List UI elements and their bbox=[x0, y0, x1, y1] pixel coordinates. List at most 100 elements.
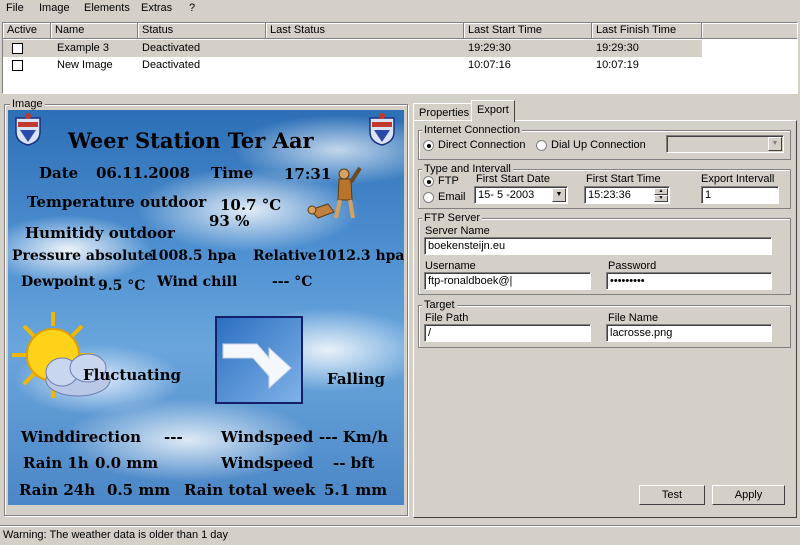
time-label: Time bbox=[211, 164, 254, 182]
column-header-status[interactable]: Status bbox=[138, 23, 266, 39]
row-last-start: 19:29:30 bbox=[468, 42, 511, 54]
export-interval-label: Export Intervall bbox=[701, 173, 775, 185]
pressure-label: Pressure absolute bbox=[12, 248, 153, 264]
row-status: Deactivated bbox=[142, 42, 201, 54]
first-start-date-label: First Start Date bbox=[476, 173, 550, 185]
forecast-text: Fluctuating bbox=[83, 366, 181, 384]
row-name: Example 3 bbox=[57, 42, 109, 54]
column-header-name[interactable]: Name bbox=[51, 23, 138, 39]
time-spinner[interactable]: ▲ ▼ bbox=[654, 188, 668, 202]
humidity-value: 93 % bbox=[209, 212, 250, 230]
row-last-status bbox=[266, 40, 270, 57]
winddirection-value: --- bbox=[164, 428, 183, 446]
windspeed-label: Windspeed bbox=[221, 428, 314, 446]
column-header-last-status[interactable]: Last Status bbox=[266, 23, 464, 39]
sun-cloud-icon bbox=[12, 312, 111, 398]
email-label[interactable]: Email bbox=[438, 191, 466, 203]
menu-file[interactable]: File bbox=[6, 2, 24, 14]
winddirection-label: Winddirection bbox=[21, 428, 141, 446]
trend-arrow-icon bbox=[222, 343, 292, 390]
row-status: Deactivated bbox=[142, 59, 201, 71]
relative-value: 1012.3 hpa bbox=[317, 248, 404, 264]
windspeed-bft-value: -- bft bbox=[333, 454, 375, 472]
file-name-input[interactable]: lacrosse.png bbox=[606, 324, 772, 342]
table-row[interactable]: New Image Deactivated 10:07:16 10:07:19 bbox=[3, 57, 702, 74]
rain-1h-value: 0.0 mm bbox=[95, 454, 159, 472]
rain-24h-value: 0.5 mm bbox=[107, 481, 171, 499]
spin-down-icon[interactable]: ▼ bbox=[654, 195, 668, 202]
weather-image[interactable]: Weer Station Ter Aar Date 06.11.2008 Tim… bbox=[8, 110, 404, 505]
pressure-value: 1008.5 hpa bbox=[149, 248, 237, 264]
weather-title: Weer Station Ter Aar bbox=[68, 128, 314, 153]
row-last-status bbox=[266, 57, 270, 74]
trend-text: Falling bbox=[327, 370, 386, 388]
tab-export[interactable]: Export bbox=[471, 100, 515, 122]
column-header-last-start[interactable]: Last Start Time bbox=[464, 23, 592, 39]
image-group-label: Image bbox=[10, 98, 45, 110]
dewpoint-label: Dewpoint bbox=[21, 274, 96, 290]
ftp-server-label: FTP Server bbox=[422, 212, 483, 224]
menu-image[interactable]: Image bbox=[39, 2, 70, 14]
active-checkbox[interactable] bbox=[12, 43, 23, 54]
direct-connection-label[interactable]: Direct Connection bbox=[438, 139, 525, 151]
date-value: 06.11.2008 bbox=[96, 164, 190, 182]
row-name: New Image bbox=[57, 59, 113, 71]
windspeed-label-2: Windspeed bbox=[221, 454, 314, 472]
row-last-finish: 10:07:19 bbox=[596, 59, 639, 71]
file-name-label: File Name bbox=[608, 312, 659, 324]
first-start-date-value: 15- 5 -2003 bbox=[478, 189, 535, 201]
dialup-connection-radio[interactable] bbox=[536, 140, 547, 151]
relative-label: Relative bbox=[253, 248, 317, 264]
windchill-value: --- °C bbox=[272, 274, 313, 290]
trend-box bbox=[215, 316, 303, 404]
date-label: Date bbox=[39, 164, 79, 182]
first-start-date-picker[interactable]: 15- 5 -2003 ▼ bbox=[474, 186, 568, 204]
export-panel: Internet Connection Direct Connection Di… bbox=[413, 120, 797, 518]
rain-week-label: Rain total week bbox=[184, 481, 316, 499]
rain-1h-label: Rain 1h bbox=[23, 454, 89, 472]
caveman-icon bbox=[307, 166, 362, 219]
first-start-time-picker[interactable]: 15:23:36 ▲ ▼ bbox=[584, 186, 670, 204]
menu-elements[interactable]: Elements bbox=[84, 2, 130, 14]
humidity-label: Humitidy outdoor bbox=[25, 224, 175, 242]
email-radio[interactable] bbox=[423, 192, 434, 203]
server-name-input[interactable]: boekensteijn.eu bbox=[424, 237, 772, 255]
menu-bar: File Image Elements Extras ? bbox=[0, 0, 800, 18]
first-start-time-label: First Start Time bbox=[586, 173, 661, 185]
table-row[interactable]: Example 3 Deactivated 19:29:30 19:29:30 bbox=[3, 40, 702, 57]
ftp-radio[interactable] bbox=[423, 176, 434, 187]
status-bar: Warning: The weather data is older than … bbox=[0, 525, 800, 545]
password-label: Password bbox=[608, 260, 657, 272]
server-name-label: Server Name bbox=[425, 225, 490, 237]
apply-button[interactable]: Apply bbox=[712, 485, 785, 505]
menu-extras[interactable]: Extras bbox=[141, 2, 172, 14]
rain-24h-label: Rain 24h bbox=[19, 481, 96, 499]
row-last-start: 10:07:16 bbox=[468, 59, 511, 71]
export-interval-input[interactable]: 1 bbox=[701, 186, 779, 204]
username-label: Username bbox=[425, 260, 476, 272]
dialup-connection-select[interactable] bbox=[666, 135, 784, 153]
column-header-active[interactable]: Active bbox=[3, 23, 51, 39]
menu-help[interactable]: ? bbox=[189, 2, 195, 14]
coat-of-arms-right-icon bbox=[369, 113, 395, 146]
ftp-label[interactable]: FTP bbox=[438, 175, 459, 187]
active-checkbox[interactable] bbox=[12, 60, 23, 71]
test-button[interactable]: Test bbox=[639, 485, 705, 505]
chevron-down-icon[interactable]: ▼ bbox=[768, 137, 782, 151]
direct-connection-radio[interactable] bbox=[423, 140, 434, 151]
file-path-input[interactable]: / bbox=[424, 324, 591, 342]
calendar-dropdown-icon[interactable]: ▼ bbox=[552, 188, 566, 202]
dewpoint-value: 9.5 °C bbox=[98, 278, 146, 294]
column-header-last-finish[interactable]: Last Finish Time bbox=[592, 23, 702, 39]
windspeed-kmh-value: --- Km/h bbox=[319, 428, 389, 446]
username-input[interactable]: ftp-ronaldboek@| bbox=[424, 272, 591, 290]
rain-week-value: 5.1 mm bbox=[324, 481, 388, 499]
file-path-label: File Path bbox=[425, 312, 469, 324]
task-table: Active Name Status Last Status Last Star… bbox=[2, 22, 798, 94]
internet-connection-label: Internet Connection bbox=[422, 124, 523, 136]
windchill-label: Wind chill bbox=[157, 274, 238, 290]
spin-up-icon[interactable]: ▲ bbox=[654, 188, 668, 195]
row-last-finish: 19:29:30 bbox=[596, 42, 639, 54]
dialup-connection-label[interactable]: Dial Up Connection bbox=[551, 139, 646, 151]
password-input[interactable]: ••••••••• bbox=[606, 272, 772, 290]
